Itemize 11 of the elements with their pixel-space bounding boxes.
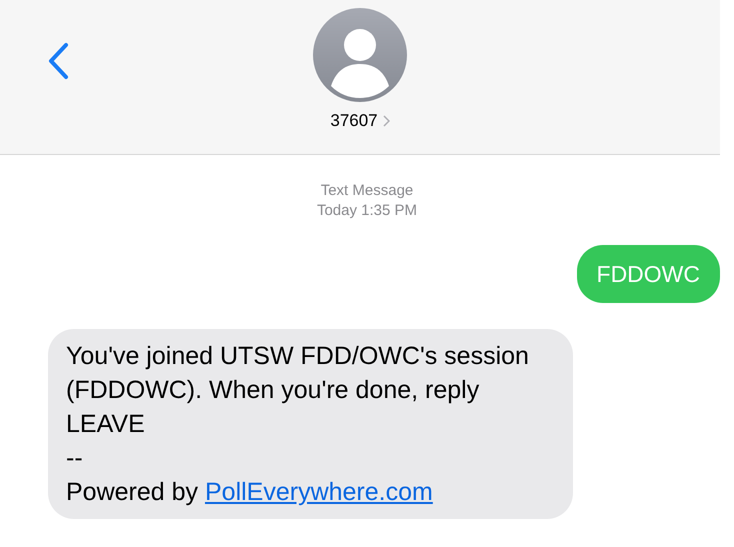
chevron-icon[interactable] <box>382 114 390 127</box>
message-text: You've joined UTSW FDD/OWC's session (FDDOWC). When you're done, reply LEAVE <box>66 341 530 440</box>
back-icon[interactable] <box>46 42 70 80</box>
message-text: -- <box>66 443 84 474</box>
message-time: Today 1:35 PM <box>316 201 418 221</box>
website-link[interactable]: PollEverywhere.com <box>204 478 433 506</box>
service-label: Text Message <box>320 181 414 201</box>
sent-message-bubble: FDDOWC <box>576 245 720 303</box>
contact-name[interactable]: 37607 <box>330 108 378 134</box>
avatar-icon[interactable] <box>313 8 407 102</box>
powered-by-text: Powered by PollEverywhere.com <box>66 477 434 508</box>
